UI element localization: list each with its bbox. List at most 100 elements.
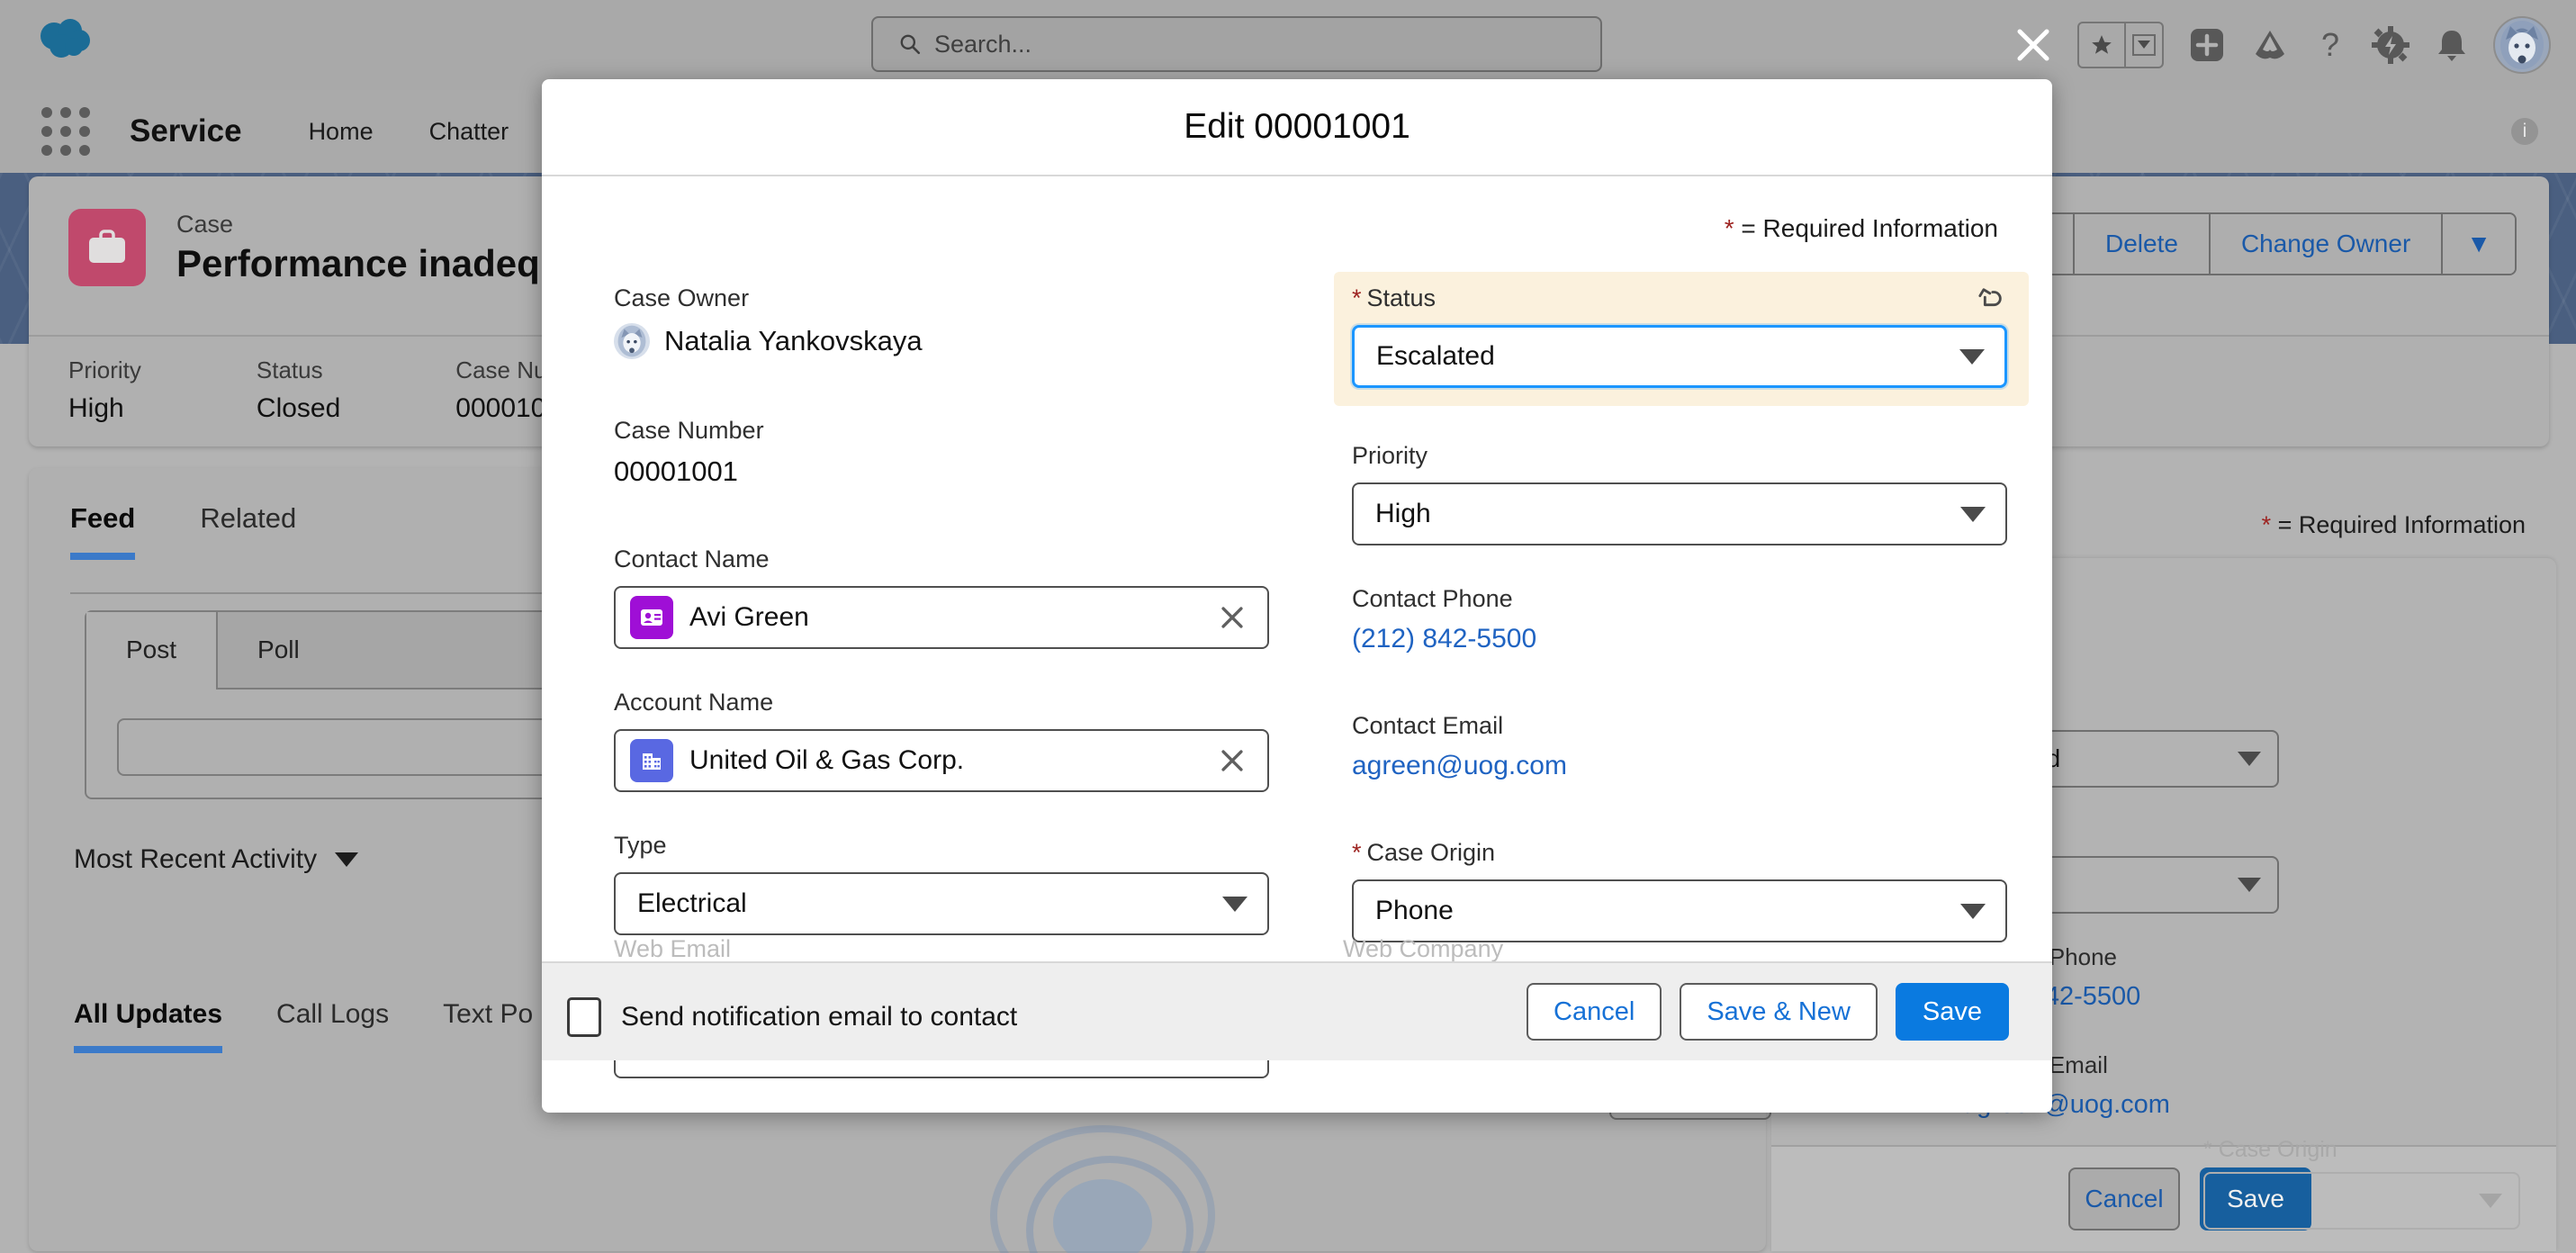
clear-icon[interactable] xyxy=(1217,602,1247,633)
tab-feed[interactable]: Feed xyxy=(70,502,136,560)
field-case-origin: * Case Origin Phone xyxy=(1352,839,2018,942)
detail-field-case-origin-ghost: * Case Origin xyxy=(2203,1137,2527,1230)
user-avatar[interactable] xyxy=(2493,16,2551,74)
required-note-text: = Required Information xyxy=(2277,511,2526,538)
type-value: Electrical xyxy=(637,888,747,918)
tab-related[interactable]: Related xyxy=(200,502,296,560)
field-contact-phone: Contact Phone (212) 842-5500 xyxy=(1352,585,2018,654)
more-actions-dropdown[interactable]: ▼ xyxy=(2443,214,2515,274)
add-icon[interactable] xyxy=(2187,25,2227,65)
highlight-label: Status xyxy=(256,356,323,383)
change-owner-button[interactable]: Change Owner xyxy=(2210,214,2444,274)
field-label: Contact Email xyxy=(1352,712,1504,739)
send-notification-label: Send notification email to contact xyxy=(621,1002,1018,1032)
undo-icon[interactable] xyxy=(1975,284,2005,315)
setup-gear-icon[interactable] xyxy=(2371,25,2410,65)
detail-cancel-button[interactable]: Cancel xyxy=(2068,1167,2180,1230)
tab-text-posts[interactable]: Text Po xyxy=(443,999,533,1053)
chevron-down-icon xyxy=(1960,903,1986,919)
app-name[interactable]: Service xyxy=(130,113,242,149)
case-owner-value: Natalia Yankovskaya xyxy=(664,325,923,356)
chevron-down-icon xyxy=(2238,878,2261,892)
screen: Search... ? Service Home Chatter i Case … xyxy=(0,0,2576,1253)
account-building-icon xyxy=(630,739,673,782)
required-star: * xyxy=(2261,511,2272,538)
status-select[interactable]: Escalated xyxy=(1352,325,2007,388)
favorites-dropdown-icon[interactable] xyxy=(2126,23,2162,67)
field-label: Web Company xyxy=(1343,935,1504,962)
contact-card-icon xyxy=(630,596,673,639)
required-star: * xyxy=(1352,284,1362,311)
field-label: Case Number xyxy=(614,417,764,444)
global-header-actions: ? xyxy=(2013,0,2551,90)
case-number-value: 00001001 xyxy=(614,455,738,487)
global-header: Search... ? xyxy=(0,0,2576,90)
app-launcher-icon[interactable] xyxy=(41,107,90,156)
case-origin-select[interactable] xyxy=(2203,1172,2520,1230)
tab-all-updates[interactable]: All Updates xyxy=(74,999,223,1053)
cancel-button[interactable]: Cancel xyxy=(1527,983,1662,1041)
highlight-field-priority: Priority High xyxy=(68,356,141,424)
favorites-star-icon[interactable] xyxy=(2079,23,2126,67)
close-icon[interactable] xyxy=(2013,24,2054,66)
contact-name-value: Avi Green xyxy=(689,602,809,632)
clear-icon[interactable] xyxy=(1217,745,1247,776)
nav-items: Home Chatter A xyxy=(309,118,581,146)
save-and-new-button[interactable]: Save & New xyxy=(1680,983,1878,1041)
notifications-bell-icon[interactable] xyxy=(2434,25,2470,65)
account-name-lookup[interactable]: United Oil & Gas Corp. xyxy=(614,729,1269,792)
required-note-text: = Required Information xyxy=(1741,214,1998,242)
contact-phone-link[interactable]: (212) 842-5500 xyxy=(1352,624,2018,654)
modal-body: * = Required Information Case Owner Nata… xyxy=(542,176,2052,1078)
record-highlight-fields: Priority High Status Closed Case Num 000… xyxy=(68,356,566,424)
feed-sort-dropdown[interactable]: Most Recent Activity xyxy=(74,844,359,875)
field-label: Contact Phone xyxy=(1352,585,1513,612)
chevron-down-icon xyxy=(335,852,359,867)
global-search-input[interactable]: Search... xyxy=(871,16,1602,72)
field-priority: Priority High xyxy=(1352,442,2018,545)
salesforce-cloud-logo[interactable] xyxy=(36,16,97,59)
user-avatar-icon xyxy=(614,323,650,359)
case-origin-select[interactable]: Phone xyxy=(1352,879,2007,942)
contact-email-link[interactable]: agreen@uog.com xyxy=(1352,751,2018,781)
help-icon[interactable]: ? xyxy=(2313,25,2347,65)
feed-sort-label: Most Recent Activity xyxy=(74,844,318,874)
send-notification-checkbox[interactable] xyxy=(567,997,601,1037)
info-badge[interactable]: i xyxy=(2511,118,2538,145)
modal-title: Edit 00001001 xyxy=(1184,107,1410,146)
chevron-down-icon xyxy=(1959,348,1985,365)
field-label: Web Email xyxy=(614,935,732,962)
edit-case-modal: Edit 00001001 * = Required Information C… xyxy=(542,79,2052,1113)
account-name-value: United Oil & Gas Corp. xyxy=(689,745,965,775)
field-label: Contact Name xyxy=(614,545,770,572)
nav-item-chatter[interactable]: Chatter xyxy=(429,118,509,146)
field-label: Type xyxy=(614,832,667,859)
einstein-icon[interactable] xyxy=(2250,25,2290,65)
delete-button[interactable]: Delete xyxy=(2075,214,2211,274)
tab-call-logs[interactable]: Call Logs xyxy=(276,999,389,1053)
chevron-down-icon xyxy=(1960,506,1986,522)
required-information-note: * = Required Information xyxy=(2262,511,2526,539)
status-label: Status xyxy=(1366,284,1437,311)
field-contact-name: Contact Name Avi Green xyxy=(614,545,1280,649)
priority-select[interactable]: High xyxy=(1352,482,2007,545)
favorites-group[interactable] xyxy=(2077,22,2164,68)
field-contact-email: Contact Email agreen@uog.com xyxy=(1352,712,2018,781)
save-button[interactable]: Save xyxy=(1895,983,2009,1041)
chevron-down-icon xyxy=(1222,896,1247,912)
priority-value: High xyxy=(1375,499,1431,528)
field-account-name: Account Name United Oil & Gas Corp. xyxy=(614,689,1280,792)
case-origin-label: Case Origin xyxy=(1366,839,1496,866)
tab-post[interactable]: Post xyxy=(86,612,219,690)
highlight-value: Closed xyxy=(256,393,341,423)
case-briefcase-icon xyxy=(68,209,146,286)
required-information-note: * = Required Information xyxy=(1725,214,1998,243)
nav-item-home[interactable]: Home xyxy=(309,118,374,146)
type-select[interactable]: Electrical xyxy=(614,872,1269,935)
highlight-field-status: Status Closed xyxy=(257,356,340,424)
field-label: *Status xyxy=(1352,284,2011,312)
send-notification-row: Send notification email to contact xyxy=(567,997,1017,1037)
contact-name-lookup[interactable]: Avi Green xyxy=(614,586,1269,649)
svg-text:?: ? xyxy=(2321,26,2339,63)
field-case-number: Case Number 00001001 xyxy=(614,417,1280,488)
